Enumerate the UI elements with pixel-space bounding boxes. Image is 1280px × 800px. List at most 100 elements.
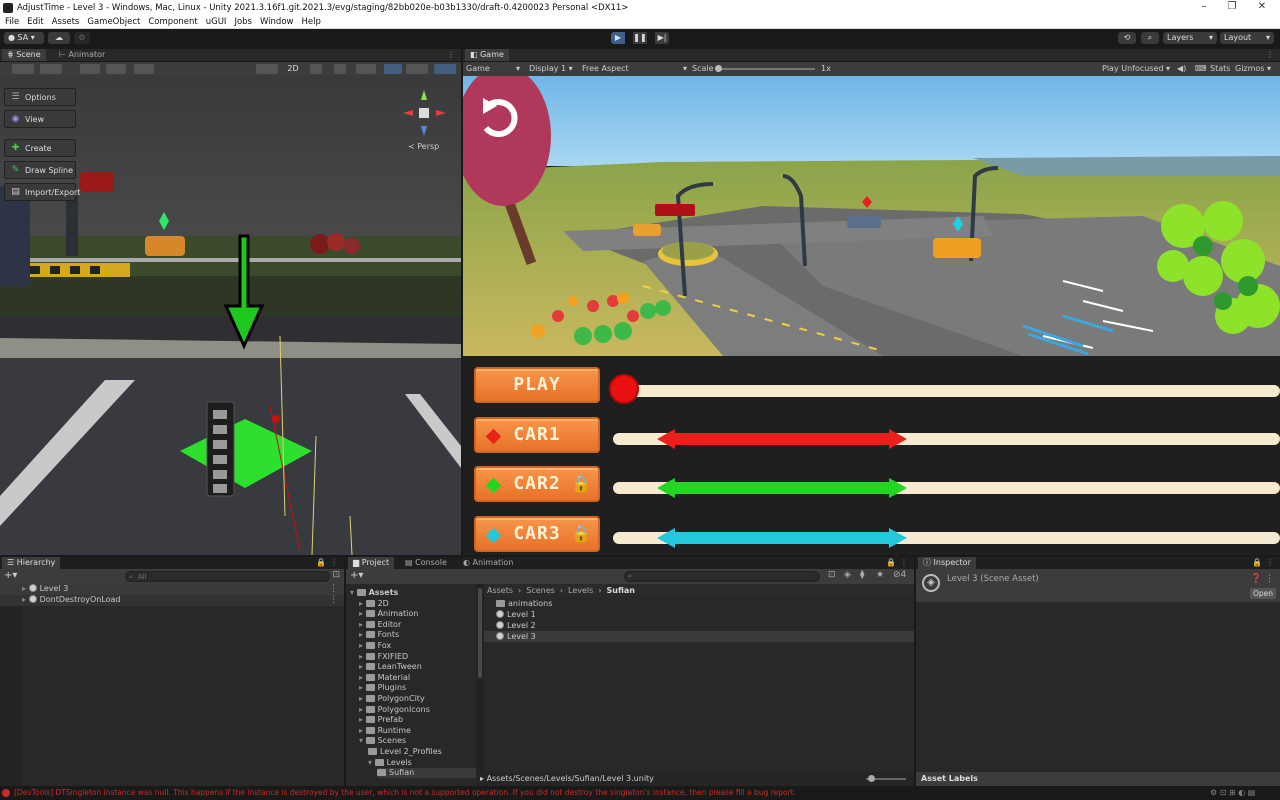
expand-arrow-icon[interactable]: ▸ — [359, 662, 366, 671]
hierarchy-menu-icon[interactable]: ⋮ — [330, 557, 338, 569]
grid-icon[interactable] — [106, 64, 126, 74]
asset-labels-header[interactable]: Asset Labels — [916, 772, 1280, 786]
add-icon[interactable]: +▾ — [4, 570, 17, 581]
menu-edit[interactable]: Edit — [27, 17, 43, 27]
search-icon[interactable]: ⌕ — [1141, 32, 1159, 44]
import-export-button[interactable]: ▤ Import/Export — [4, 183, 80, 201]
expand-arrow-icon[interactable]: ▸ — [359, 630, 366, 639]
view-button[interactable]: ◉ View — [4, 110, 76, 128]
crumb-assets[interactable]: Assets — [487, 586, 513, 595]
tree-item-sufian[interactable]: Sufian — [377, 768, 476, 779]
tree-item-assets[interactable]: ▾ Assets — [350, 588, 398, 598]
minimize-button[interactable]: – — [1190, 0, 1218, 15]
tab-animation[interactable]: ◐ Animation — [458, 557, 518, 569]
tab-scene[interactable]: ⋕ Scene — [2, 49, 46, 61]
shading-mode-icon[interactable] — [256, 64, 278, 74]
menu-jobs[interactable]: Jobs — [234, 17, 252, 27]
step-button[interactable]: ▶| — [655, 32, 669, 44]
status-icons[interactable]: ⚙ ⊡ ⊞ ◐ ▤ — [1210, 786, 1255, 800]
tree-item-runtime[interactable]: ▸ Runtime — [359, 726, 411, 736]
game-mode-dropdown[interactable]: Game ▾ — [466, 62, 520, 76]
file-level3[interactable]: Level 3 — [496, 632, 536, 642]
snap-increment-icon[interactable] — [134, 64, 154, 74]
label-icon[interactable]: ⧫ — [860, 570, 864, 580]
menu-file[interactable]: File — [5, 17, 19, 27]
car1-range-bar[interactable] — [657, 428, 907, 450]
expand-arrow-icon[interactable]: ▸ — [359, 694, 366, 703]
shortcut-icon[interactable]: ⌨ — [1195, 62, 1207, 76]
project-menu-icon[interactable]: ⋮ — [900, 557, 908, 569]
play-mode-dropdown[interactable]: Play Unfocused ▾ — [1102, 62, 1170, 76]
row-menu-icon[interactable]: ⋮ — [329, 584, 338, 594]
icon-size-slider[interactable] — [866, 775, 906, 782]
menu-window[interactable]: Window — [260, 17, 294, 27]
display-dropdown[interactable]: Display 1 ▾ — [529, 62, 573, 76]
perspective-label[interactable]: ≺ Persp — [408, 142, 439, 151]
visibility-icon[interactable] — [384, 64, 402, 74]
maximize-button[interactable]: ❐ — [1218, 0, 1246, 15]
history-icon[interactable]: ⟲ — [1118, 32, 1136, 44]
car2-lock-icon[interactable]: 🔒 — [571, 474, 591, 494]
2d-toggle[interactable]: 2D — [284, 63, 302, 74]
tab-inspector[interactable]: ⓘ Inspector — [918, 557, 976, 569]
tab-console[interactable]: ▤ Console — [400, 557, 452, 569]
tree-item-editor[interactable]: ▸ Editor — [359, 620, 401, 630]
inspector-menu-icon[interactable]: ⋮ — [1266, 557, 1274, 569]
game-view[interactable]: PLAY CAR1 CAR2 🔒 CAR3 🔒 — [463, 76, 1280, 555]
expand-arrow-icon[interactable]: ▸ — [359, 609, 366, 618]
create-button[interactable]: ✚ Create — [4, 139, 76, 157]
expand-arrow-icon[interactable]: ▾ — [359, 736, 366, 745]
scale-slider[interactable] — [715, 65, 815, 72]
scene-view[interactable]: ☰ Options ◉ View ✚ Create ✎ Draw Spline ▤ Imp… — [0, 76, 461, 555]
menu-ugui[interactable]: uGUI — [206, 17, 227, 27]
car2-range-bar[interactable] — [657, 477, 907, 499]
expand-arrow-icon[interactable]: ▾ — [368, 758, 375, 767]
game-panel-menu-icon[interactable]: ⋮ — [1266, 49, 1274, 61]
grid-snap-icon[interactable] — [80, 64, 100, 74]
hierarchy-search-input[interactable]: ⌕ All — [125, 571, 330, 582]
crumb-levels[interactable]: Levels — [568, 586, 593, 595]
scene-visibility-icon[interactable]: ⊡ — [332, 570, 340, 580]
play-game-button[interactable]: PLAY — [474, 367, 600, 403]
tree-item-polygonicons[interactable]: ▸ PolygonIcons — [359, 705, 430, 715]
tree-item-level-2-profiles[interactable]: Level 2_Profiles — [368, 747, 442, 757]
audio-icon[interactable] — [334, 64, 346, 74]
tab-project[interactable]: ▆ Project — [348, 557, 395, 569]
hierarchy-row-level3[interactable]: ▸ Level 3 ⋮ — [0, 584, 344, 595]
file-level3-row[interactable] — [484, 631, 914, 642]
options-button[interactable]: ☰ Options — [4, 88, 76, 106]
tree-scrollbar-thumb[interactable] — [478, 588, 482, 678]
expand-arrow-icon[interactable]: ▾ — [350, 588, 357, 597]
expand-arrow-icon[interactable]: ▸ — [359, 620, 366, 629]
tab-game[interactable]: ◧ Game — [465, 49, 509, 61]
tree-item-scenes[interactable]: ▾ Scenes — [359, 736, 406, 746]
tree-item-fonts[interactable]: ▸ Fonts — [359, 630, 399, 640]
cloud-icon[interactable]: ☁ — [48, 32, 70, 44]
car3-lock-icon[interactable]: 🔒 — [571, 524, 591, 544]
status-bar[interactable]: [DevTools] DTSingleton instance was null… — [0, 786, 1280, 800]
fx-icon[interactable] — [356, 64, 376, 74]
tree-item-material[interactable]: ▸ Material — [359, 673, 410, 683]
lock-icon[interactable]: 🔒 — [886, 557, 896, 569]
tree-item-plugins[interactable]: ▸ Plugins — [359, 683, 406, 693]
tab-animator[interactable]: ⊢ Animator — [54, 49, 110, 61]
tool-handle-icon[interactable] — [12, 64, 34, 74]
car3-button[interactable]: CAR3 🔒 — [474, 516, 600, 552]
tree-item-fxified[interactable]: ▸ FXIFIED — [359, 652, 408, 662]
menu-assets[interactable]: Assets — [52, 17, 80, 27]
aspect-dropdown[interactable]: Free Aspect ▾ — [582, 62, 687, 76]
crumb-scenes[interactable]: Scenes — [526, 586, 555, 595]
close-button[interactable]: ✕ — [1248, 0, 1276, 15]
gizmos-icon[interactable] — [434, 64, 456, 74]
expand-arrow-icon[interactable]: ▸ — [359, 683, 366, 692]
file-level1[interactable]: Level 1 — [496, 610, 536, 620]
pivot-icon[interactable] — [40, 64, 62, 74]
expand-arrow-icon[interactable]: ▸ — [359, 641, 366, 650]
expand-arrow-icon[interactable]: ▸ — [359, 599, 366, 608]
play-timeline-track[interactable] — [623, 385, 1280, 397]
expand-arrow-icon[interactable]: ▸ — [359, 705, 366, 714]
menu-help[interactable]: Help — [301, 17, 320, 27]
play-button[interactable]: ▶ — [611, 32, 625, 44]
help-icon[interactable]: ❓ — [1251, 574, 1262, 584]
pause-button[interactable]: ❚❚ — [633, 32, 647, 44]
